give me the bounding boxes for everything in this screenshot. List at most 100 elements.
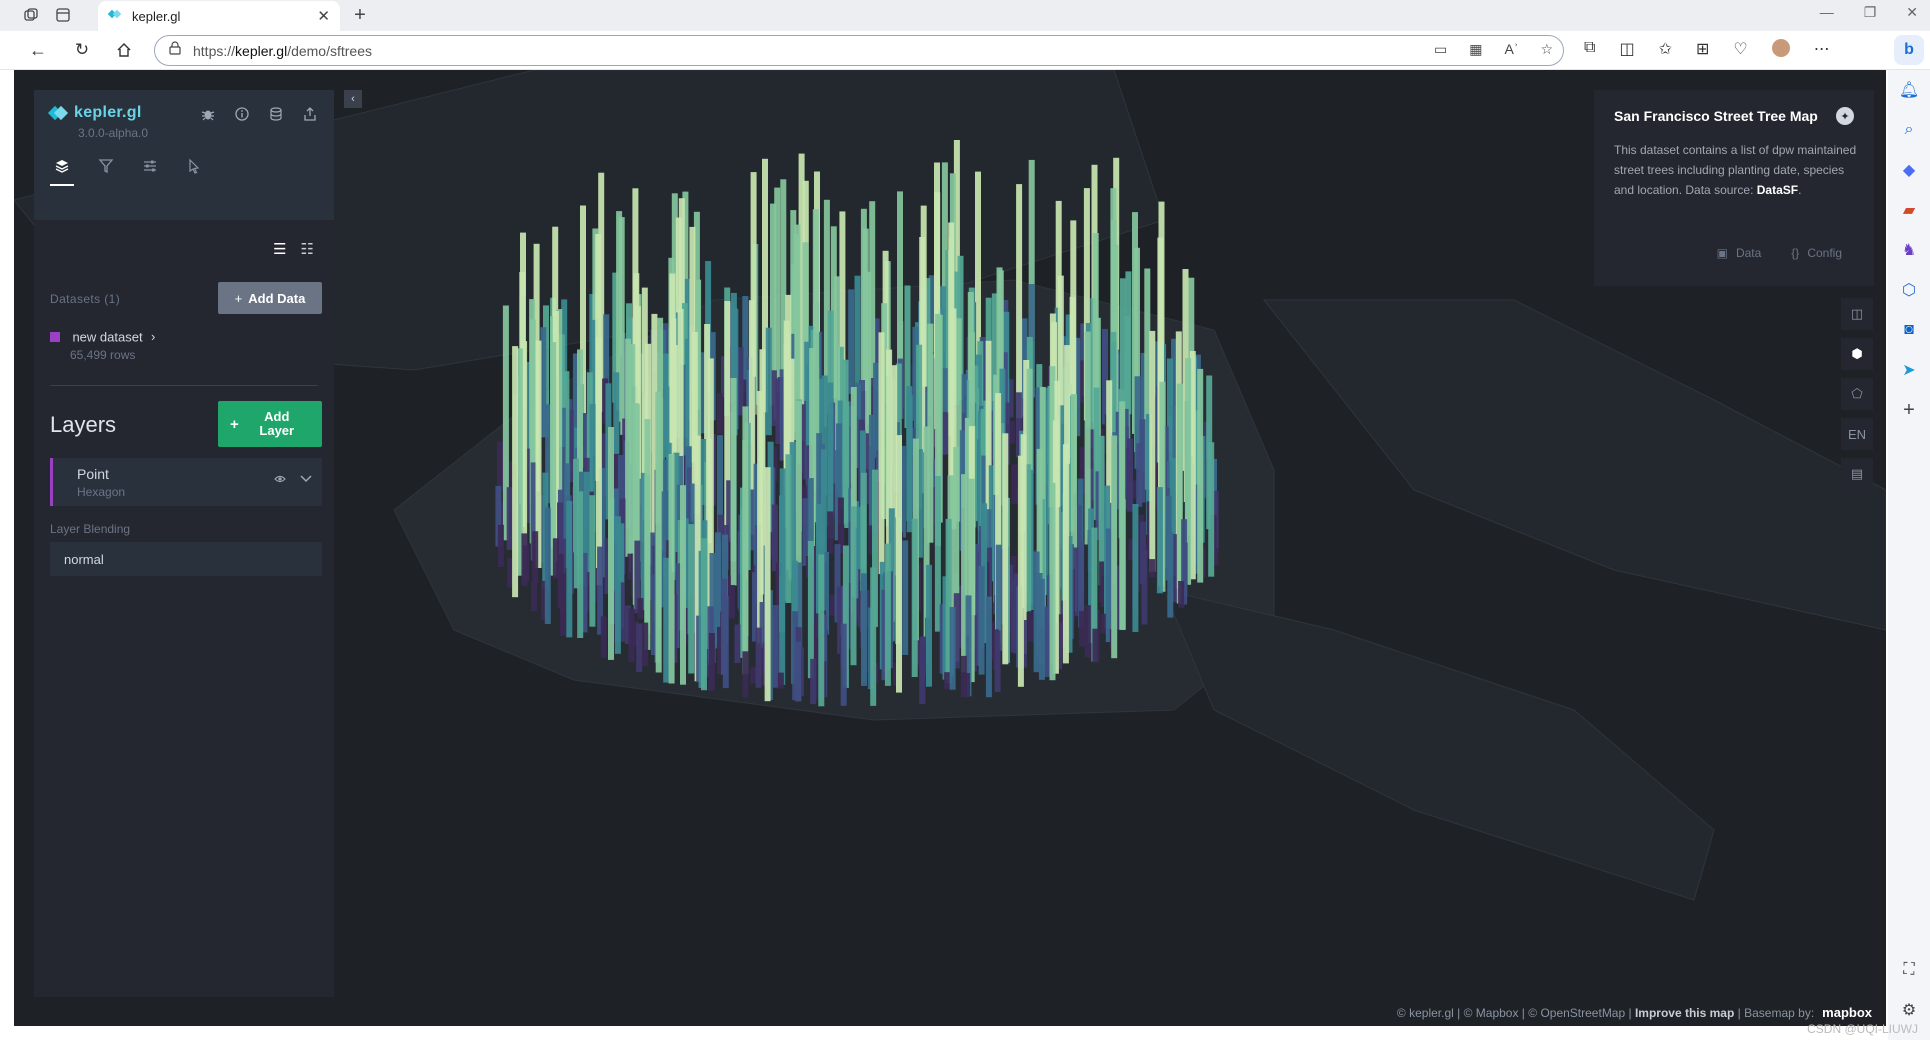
hexagon-column [1167, 532, 1174, 618]
tab-filters[interactable] [94, 158, 118, 186]
database-icon[interactable] [268, 106, 284, 122]
kepler-badge-icon[interactable]: ✦ [1836, 107, 1854, 125]
share-icon[interactable] [302, 106, 318, 122]
legend-icon: ▤ [1850, 466, 1864, 481]
back-icon[interactable]: ← [28, 40, 48, 60]
add-data-button[interactable]: + Add Data [218, 282, 322, 314]
mapbox-attribution-link[interactable]: © Mapbox [1464, 1006, 1519, 1020]
hexagon-column [497, 524, 504, 568]
tab-actions-icon[interactable] [54, 6, 72, 24]
kepler-attribution-link[interactable]: © kepler.gl [1397, 1006, 1454, 1020]
hexagon-column [765, 327, 772, 436]
profile-avatar-icon[interactable] [1771, 39, 1790, 57]
collections-icon[interactable]: ⊞ [1696, 39, 1709, 59]
hexagon-column [978, 565, 985, 675]
favorites-icon[interactable]: ✩ [1659, 39, 1672, 59]
notifications-icon[interactable]: 🔔︎ [1888, 70, 1930, 110]
tab-basemap[interactable] [182, 158, 206, 186]
hexagon-column [764, 467, 771, 702]
edge-sidebar: 🔔︎ ⌕ ◆ ▰ ♞ ⬡ ◙ ➤ + ⛶ ⚙ [1888, 70, 1930, 1040]
outlook-icon[interactable]: ◙ [1888, 310, 1930, 350]
basemap-landmass [1163, 589, 1715, 901]
tools-icon[interactable]: ▰ [1888, 190, 1930, 230]
draw-polygon-button[interactable]: ⬠ [1841, 378, 1873, 410]
config-button[interactable]: {} Config [1791, 246, 1842, 260]
map-title: San Francisco Street Tree Map [1614, 108, 1818, 124]
hexagon-column [949, 607, 956, 690]
search-icon[interactable]: ⌕ [1888, 110, 1930, 150]
close-window-icon[interactable]: ✕ [1906, 4, 1918, 21]
split-screen-icon[interactable]: ◫ [1619, 39, 1634, 59]
minimize-icon[interactable]: — [1820, 4, 1834, 21]
copilot-icon[interactable]: b [1894, 35, 1924, 65]
toggle-3d-button[interactable]: ⬢ [1841, 338, 1873, 370]
hexagon-column [577, 491, 584, 638]
hexagon-column [688, 524, 695, 674]
hexagon-column [1044, 606, 1051, 677]
hexagon-column [1062, 444, 1069, 664]
drop-icon[interactable]: ➤ [1888, 350, 1930, 390]
hexagon-column [755, 627, 762, 688]
collapse-panel-button[interactable]: ‹ [344, 90, 362, 108]
dataset-item[interactable]: new dataset › [50, 328, 155, 346]
improve-map-link[interactable]: Improve this map [1635, 1006, 1734, 1020]
split-map-button[interactable]: ◫ [1841, 298, 1873, 330]
mapbox-logo[interactable]: mapbox [1822, 1005, 1872, 1020]
hexagon-column [512, 346, 519, 598]
sorted-list-icon[interactable]: ☷ [301, 240, 314, 258]
read-aloud-icon[interactable]: Aʾ [1504, 41, 1518, 58]
bug-report-icon[interactable] [200, 106, 216, 122]
add-layer-button[interactable]: + Add Layer [218, 401, 322, 447]
visibility-eye-icon[interactable] [274, 473, 286, 487]
data-button[interactable]: ▣ Data [1717, 246, 1762, 260]
plus-icon: + [230, 415, 239, 433]
info-icon[interactable] [234, 106, 250, 122]
lock-icon[interactable] [169, 41, 181, 60]
microsoft365-icon[interactable]: ⬡ [1888, 270, 1930, 310]
hexagon-column [994, 630, 1001, 692]
osm-attribution-link[interactable]: © OpenStreetMap [1528, 1006, 1625, 1020]
restore-icon[interactable]: ❐ [1864, 4, 1877, 21]
hexagon-column [810, 658, 817, 705]
layer-type: Hexagon [77, 485, 126, 499]
chevron-left-icon: ‹ [351, 93, 355, 105]
reload-icon[interactable]: ↻ [72, 40, 92, 60]
hexagon-column [497, 441, 503, 491]
qr-code-icon[interactable]: ▦ [1469, 41, 1482, 58]
hexagon-column [717, 393, 723, 434]
map-legend-button[interactable]: ▤ [1841, 458, 1873, 490]
workspaces-icon[interactable] [22, 6, 40, 24]
list-view-icon[interactable]: ☰ [273, 240, 286, 258]
hexagon-column [802, 498, 809, 566]
layer-item[interactable]: Point Hexagon [50, 458, 322, 506]
favorite-star-icon[interactable]: ☆ [1540, 41, 1553, 58]
browser-tab[interactable]: kepler.gl ✕ [98, 1, 340, 31]
hexagon-column [884, 543, 891, 686]
url-text: https://kepler.gl/demo/sftrees [193, 42, 373, 59]
browser-essentials-icon[interactable]: ♡ [1733, 39, 1747, 59]
hexagon-column [742, 651, 749, 698]
locale-button[interactable]: EN [1841, 418, 1873, 450]
new-tab-icon[interactable]: + [350, 4, 370, 26]
layer-blending-select[interactable]: normal [50, 542, 322, 576]
chevron-down-icon[interactable] [300, 473, 312, 487]
app-available-icon[interactable]: ▭ [1434, 41, 1447, 58]
hexagon-column [680, 485, 686, 685]
extensions-icon[interactable]: ⧉ [1584, 39, 1595, 59]
close-tab-icon[interactable]: ✕ [317, 7, 330, 25]
games-icon[interactable]: ♞ [1888, 230, 1930, 270]
datasf-link[interactable]: DataSF [1757, 183, 1798, 197]
tab-layers[interactable] [50, 158, 74, 186]
tab-interactions[interactable] [138, 158, 162, 186]
hexagon-column [1027, 611, 1034, 642]
more-options-icon[interactable]: ⋯ [1814, 39, 1830, 59]
home-icon[interactable] [114, 40, 134, 60]
hexagon-column [878, 332, 885, 575]
add-sidebar-app-icon[interactable]: + [1888, 390, 1930, 430]
browser-toolbar: ← ↻ https://kepler.gl/demo/sftrees ▭ ▦ A… [0, 31, 1930, 70]
address-bar[interactable]: https://kepler.gl/demo/sftrees ▭ ▦ Aʾ ☆ [154, 35, 1564, 66]
hexagon-column [911, 518, 918, 677]
cursor-click-icon [189, 158, 200, 174]
screenshot-icon[interactable]: ⛶ [1888, 950, 1930, 990]
shopping-icon[interactable]: ◆ [1888, 150, 1930, 190]
